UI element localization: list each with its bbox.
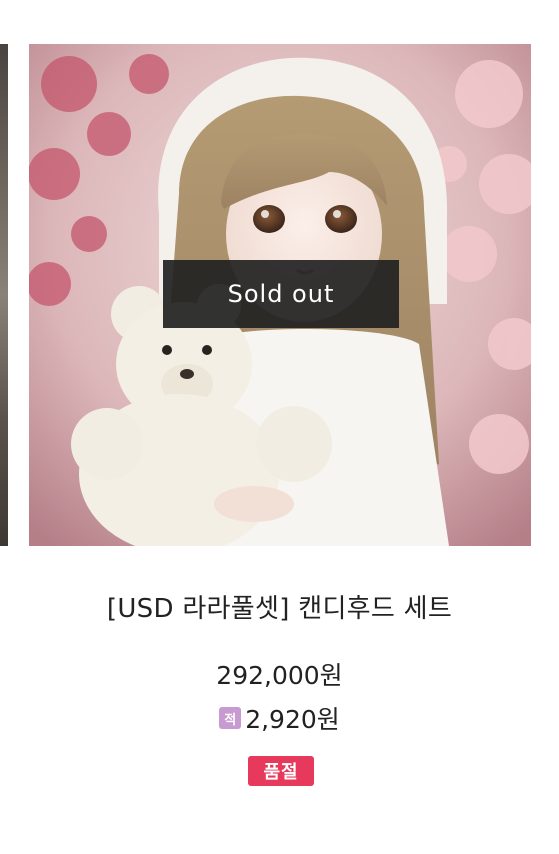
product-name-link[interactable]: [USD 라라풀셋] 캔디후드 세트 xyxy=(0,588,559,625)
product-price: 292,000원 xyxy=(216,661,343,690)
points-value: 2,920원 xyxy=(245,705,340,734)
previous-product-image-edge[interactable] xyxy=(0,44,8,546)
product-card-page: Sold out [USD 라라풀셋] 캔디후드 세트 292,000원 적 2… xyxy=(0,0,559,854)
reward-points: 적 2,920원 xyxy=(0,700,559,736)
sold-out-overlay: Sold out xyxy=(163,260,399,328)
product-image[interactable]: Sold out xyxy=(29,44,531,546)
points-badge-icon: 적 xyxy=(219,707,242,729)
sold-out-badge: 품절 xyxy=(248,756,314,786)
